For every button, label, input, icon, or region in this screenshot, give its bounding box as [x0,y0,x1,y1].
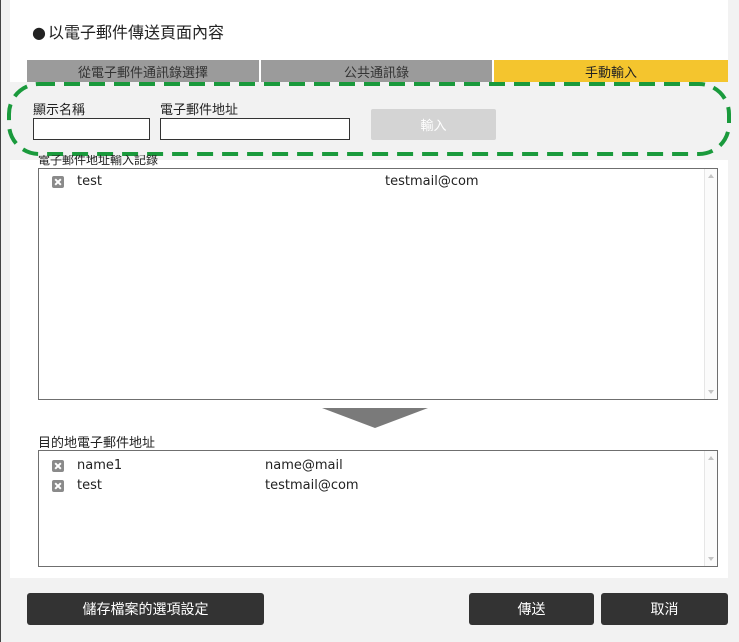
list-item-name: test [77,174,102,189]
tab-label: 手動輸入 [584,66,637,81]
window-left-border [0,0,1,642]
cancel-button-label: 取消 [650,602,679,618]
tab-public-address-book[interactable]: 公共通訊錄 [261,60,492,82]
entry-history-list[interactable]: test testmail@com [38,168,718,400]
tab-manual-entry[interactable]: 手動輸入 [494,60,728,82]
tab-email-address-book[interactable]: 從電子郵件通訊錄選擇 [27,60,259,82]
list-item-name: test [77,478,102,493]
scroll-up-icon[interactable] [708,456,714,460]
cancel-button[interactable]: 取消 [601,593,728,625]
entry-history-label: 電子郵件地址輸入記錄 [38,155,159,167]
remove-icon[interactable] [52,176,64,188]
section-title-text: 以電子郵件傳送頁面內容 [47,23,224,42]
enter-button-label: 輸入 [420,119,447,134]
scroll-down-icon[interactable] [708,557,714,561]
save-file-options-label: 儲存檔案的選項設定 [82,602,209,618]
list-item: test testmail@com [51,478,691,494]
send-button[interactable]: 傳送 [469,593,594,625]
scrollbar[interactable] [704,169,717,399]
destination-label: 目的地電子郵件地址 [38,436,156,451]
remove-icon[interactable] [52,460,64,472]
save-file-options-button[interactable]: 儲存檔案的選項設定 [27,593,264,625]
list-item-name: name1 [77,458,123,473]
scrollbar[interactable] [704,451,717,566]
section-title: ● 以電子郵件傳送頁面內容 [32,19,224,43]
enter-button[interactable]: 輸入 [371,109,496,140]
scroll-up-icon[interactable] [708,174,714,178]
arrow-down-icon [322,408,428,428]
display-name-input[interactable] [33,118,150,140]
list-item-email: testmail@com [385,174,479,189]
list-item-email: name@mail [265,458,343,473]
list-item: name1 name@mail [51,458,691,474]
send-button-label: 傳送 [517,602,546,618]
destination-list[interactable]: name1 name@mail test testmail@com [38,450,718,567]
email-send-dialog: ● 以電子郵件傳送頁面內容 從電子郵件通訊錄選擇 公共通訊錄 手動輸入 顯示名稱 … [0,0,739,642]
display-name-label: 顯示名稱 [33,103,86,118]
tab-label: 從電子郵件通訊錄選擇 [77,66,208,81]
email-address-input[interactable] [160,118,350,140]
tab-label: 公共通訊錄 [343,66,409,81]
scroll-down-icon[interactable] [708,390,714,394]
bullet-icon: ● [32,23,46,42]
list-item-email: testmail@com [265,478,359,493]
list-item: test testmail@com [51,174,691,190]
remove-icon[interactable] [52,480,64,492]
email-address-label: 電子郵件地址 [160,103,239,118]
